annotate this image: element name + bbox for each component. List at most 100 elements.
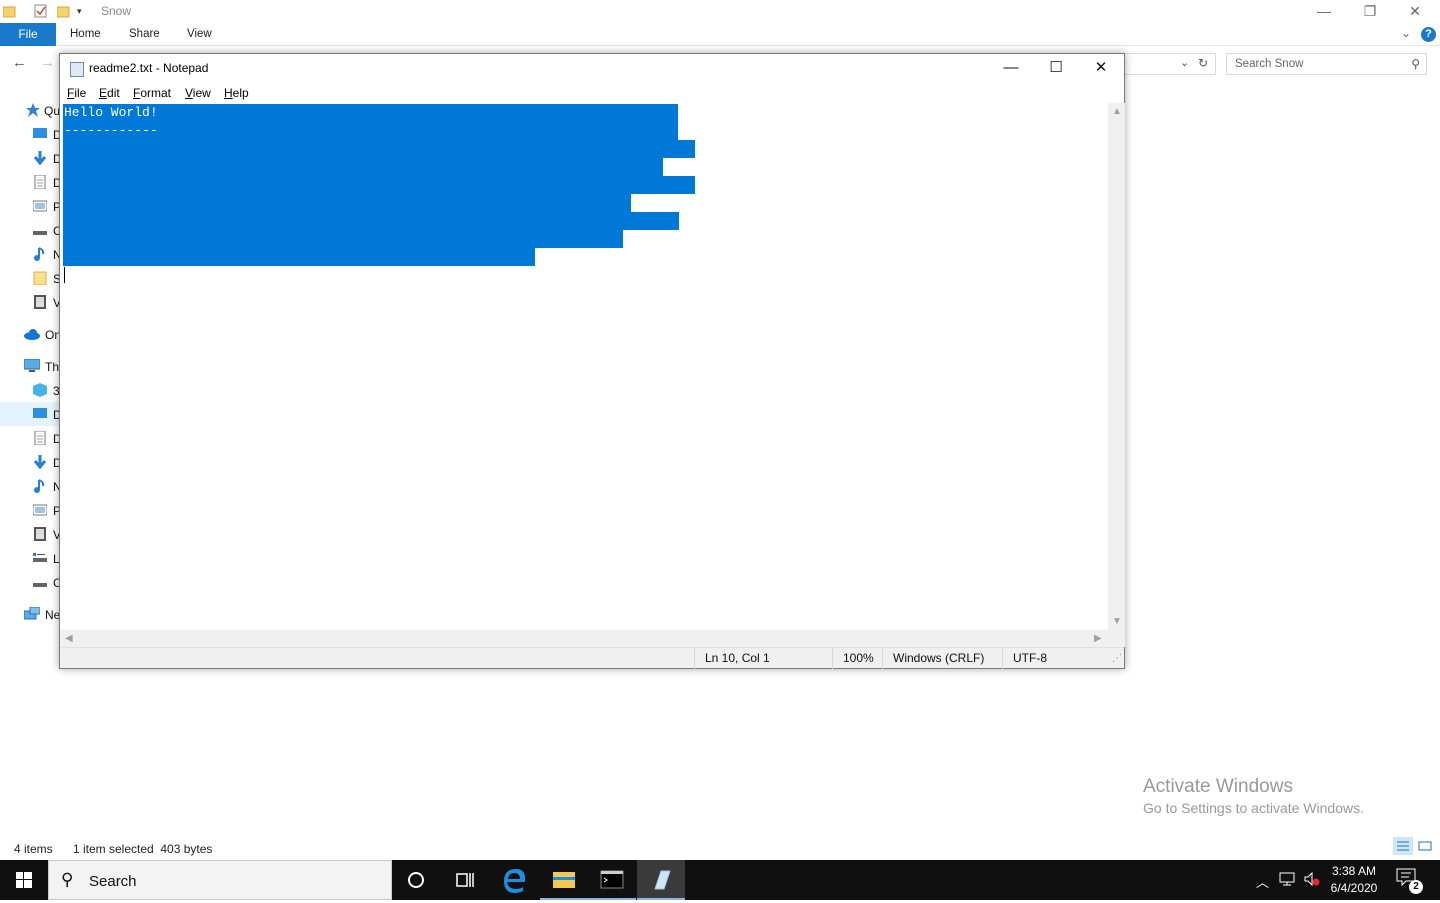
drive-icon <box>33 223 47 237</box>
text-line: Hello World! <box>64 105 158 120</box>
nav-item-documents-2[interactable]: D <box>0 426 62 450</box>
nav-item-drive-2[interactable]: C <box>0 570 62 594</box>
clock-date: 6/4/2020 <box>1330 881 1378 895</box>
refresh-icon[interactable]: ↻ <box>1198 56 1208 70</box>
nav-item-downloads[interactable]: D <box>0 146 62 170</box>
selected-line <box>63 212 679 230</box>
nav-item-pictures-2[interactable]: P <box>0 498 61 522</box>
nav-item-music-2[interactable]: N <box>0 474 62 498</box>
tab-home[interactable]: Home <box>70 23 101 46</box>
command-prompt-button[interactable] <box>588 860 636 900</box>
task-view-icon <box>456 873 474 887</box>
system-clock[interactable]: 3:38 AM 6/4/2020 <box>1320 863 1388 897</box>
menu-edit[interactable]: Edit <box>99 86 120 100</box>
document-icon <box>33 174 47 190</box>
text-editor-area[interactable]: Hello World! ------------ <box>63 103 1108 630</box>
nav-item-3d-objects[interactable]: 3 <box>0 378 60 402</box>
notepad-titlebar[interactable]: readme2.txt - Notepad — ☐ ✕ <box>60 54 1124 84</box>
volume-muted-icon[interactable] <box>1303 871 1321 890</box>
search-input[interactable]: Search Snow ⚲ <box>1226 53 1427 75</box>
close-button[interactable]: ✕ <box>1392 0 1438 22</box>
scroll-right-icon[interactable]: ▶ <box>1094 633 1102 644</box>
explorer-title: Snow <box>101 4 132 18</box>
tab-share[interactable]: Share <box>129 23 160 46</box>
scroll-up-icon[interactable]: ▲ <box>1112 106 1122 117</box>
nav-item-documents[interactable]: D <box>0 170 62 194</box>
file-explorer-button[interactable] <box>540 860 588 900</box>
minimize-button[interactable]: — <box>988 54 1034 82</box>
resize-grip-icon[interactable]: ⋰ <box>1112 653 1122 664</box>
nav-item-desktop[interactable]: D <box>0 122 62 146</box>
pictures-icon <box>32 503 48 517</box>
notification-count-badge: 2 <box>1409 880 1423 894</box>
nav-item-quick-access[interactable]: Qu <box>0 98 60 122</box>
this-pc-icon <box>23 358 41 373</box>
nav-item-folder[interactable]: S <box>0 266 61 290</box>
network-icon[interactable] <box>1279 871 1297 890</box>
terminal-icon <box>600 870 624 889</box>
show-hidden-icons-icon[interactable]: ︿ <box>1256 872 1269 891</box>
minimize-button[interactable]: — <box>1301 0 1347 22</box>
download-icon <box>33 151 47 166</box>
menu-file[interactable]: File <box>67 86 86 100</box>
taskbar-search-label: Search <box>89 873 137 890</box>
tab-file[interactable]: File <box>0 23 56 46</box>
menu-label: dit <box>107 86 120 100</box>
ribbon-tabs: File Home Share View ⌄ ? <box>0 23 1440 46</box>
chevron-down-icon[interactable]: ⌄ <box>1180 56 1189 69</box>
large-icons-view-button[interactable] <box>1416 837 1436 855</box>
menu-help[interactable]: Help <box>224 86 249 100</box>
start-button[interactable] <box>0 860 48 900</box>
vertical-scrollbar[interactable]: ▲ ▼ <box>1108 103 1125 630</box>
menu-bar: File Edit Format View Help <box>60 84 1124 103</box>
notepad-taskbar-button[interactable] <box>637 860 685 900</box>
customize-quick-access-icon[interactable]: ▾ <box>77 6 91 20</box>
network-icon <box>23 606 41 621</box>
restore-button[interactable]: ❐ <box>1347 0 1393 22</box>
nav-item-local-disk[interactable]: L <box>0 546 60 570</box>
address-bar[interactable]: ⌄ ↻ <box>1124 53 1216 75</box>
item-count: 4 items <box>14 842 53 856</box>
close-button[interactable]: ✕ <box>1078 54 1124 82</box>
maximize-button[interactable]: ☐ <box>1033 54 1079 82</box>
expand-ribbon-icon[interactable]: ⌄ <box>1401 26 1411 40</box>
desktop-icon <box>33 127 47 141</box>
file-explorer-icon <box>553 872 575 888</box>
cortana-button[interactable] <box>392 860 440 900</box>
tab-view[interactable]: View <box>187 23 212 46</box>
menu-label: elp <box>232 86 249 100</box>
video-icon <box>33 527 47 541</box>
notepad-icon <box>654 870 671 890</box>
menu-view[interactable]: View <box>185 86 211 100</box>
nav-item-network[interactable]: Ne <box>0 602 60 626</box>
back-arrow-icon[interactable]: ← <box>12 54 27 71</box>
details-view-button[interactable] <box>1393 837 1413 855</box>
edge-button[interactable] <box>490 860 538 900</box>
nav-item-videos[interactable]: V <box>0 290 61 314</box>
nav-item-this-pc[interactable]: Thi <box>0 354 62 378</box>
nav-item-videos-2[interactable]: V <box>0 522 61 546</box>
help-icon[interactable]: ? <box>1421 27 1436 42</box>
scroll-down-icon[interactable]: ▼ <box>1112 616 1122 627</box>
properties-icon[interactable] <box>34 4 48 18</box>
nav-item-desktop-selected[interactable]: D <box>0 402 62 426</box>
task-view-button[interactable] <box>440 860 488 900</box>
taskbar-search-box[interactable]: ⚲ Search <box>48 860 392 900</box>
document-icon <box>33 430 47 446</box>
nav-item-music[interactable]: N <box>0 242 62 266</box>
zoom-level: 100% <box>832 648 882 669</box>
nav-item-downloads-2[interactable]: D <box>0 450 62 474</box>
nav-label: Qu <box>44 104 61 118</box>
nav-item-drive[interactable]: C <box>0 218 62 242</box>
taskbar: ⚲ Search ︿ 3:38 AM 6/4/2020 2 <box>0 860 1440 900</box>
new-folder-icon[interactable] <box>56 4 71 18</box>
forward-arrow-icon[interactable]: → <box>40 54 55 71</box>
nav-item-pictures[interactable]: P <box>0 194 61 218</box>
nav-item-onedrive[interactable]: On <box>0 322 61 346</box>
horizontal-scrollbar[interactable]: ◀ ▶ <box>60 630 1108 647</box>
notepad-status-bar: Ln 10, Col 1 100% Windows (CRLF) UTF-8 ⋰ <box>60 647 1124 669</box>
scroll-left-icon[interactable]: ◀ <box>65 633 73 644</box>
menu-format[interactable]: Format <box>133 86 171 100</box>
folder-icon <box>33 271 47 286</box>
action-center-button[interactable]: 2 <box>1396 868 1423 894</box>
